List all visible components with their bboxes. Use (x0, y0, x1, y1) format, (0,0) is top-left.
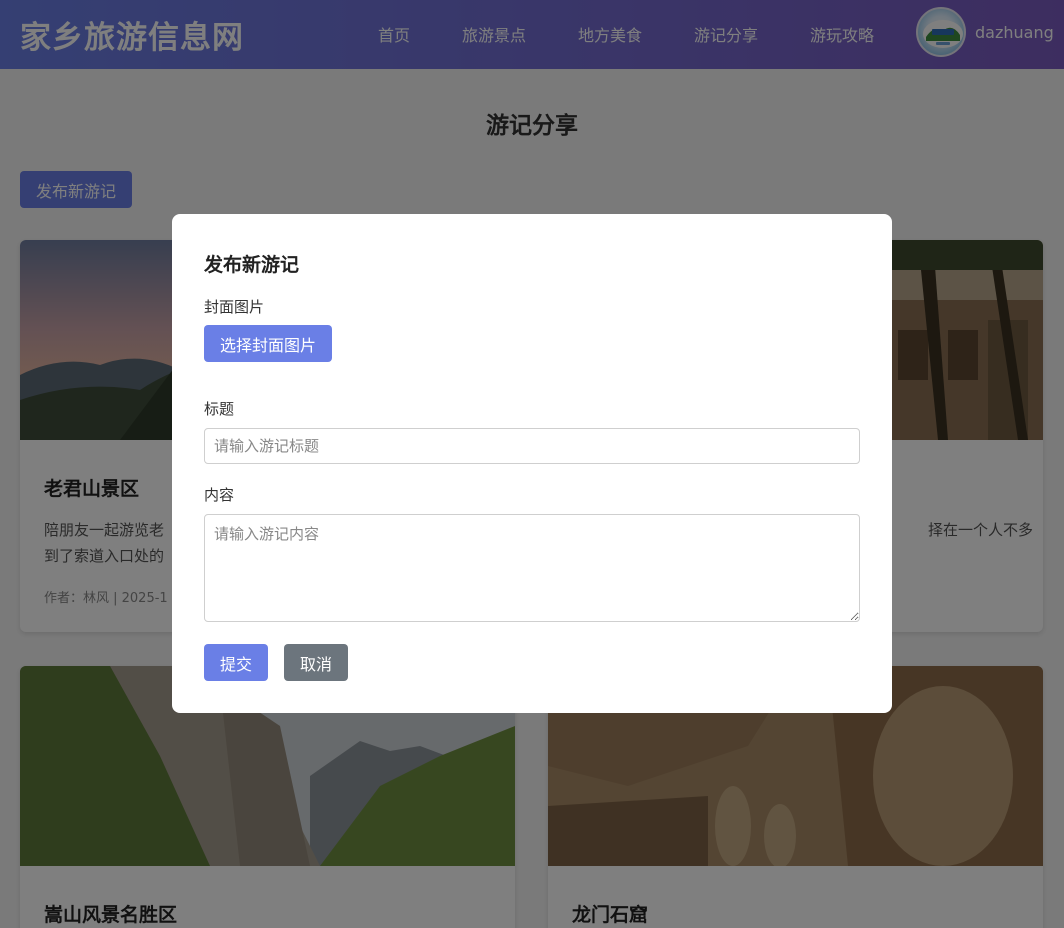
cover-label: 封面图片 (204, 298, 265, 316)
choose-cover-button[interactable]: 选择封面图片 (204, 325, 332, 362)
page: 家乡旅游信息网 首页 旅游景点 地方美食 游记分享 游玩攻略 dazhuang … (0, 0, 1064, 928)
title-label: 标题 (204, 400, 235, 418)
cancel-button[interactable]: 取消 (284, 644, 348, 681)
content-label: 内容 (204, 486, 235, 504)
title-input[interactable] (204, 428, 860, 464)
content-textarea[interactable] (204, 514, 860, 622)
publish-modal: 发布新游记 封面图片 选择封面图片 标题 内容 提交 取消 (172, 214, 892, 713)
submit-button[interactable]: 提交 (204, 644, 268, 681)
modal-title: 发布新游记 (204, 254, 300, 276)
